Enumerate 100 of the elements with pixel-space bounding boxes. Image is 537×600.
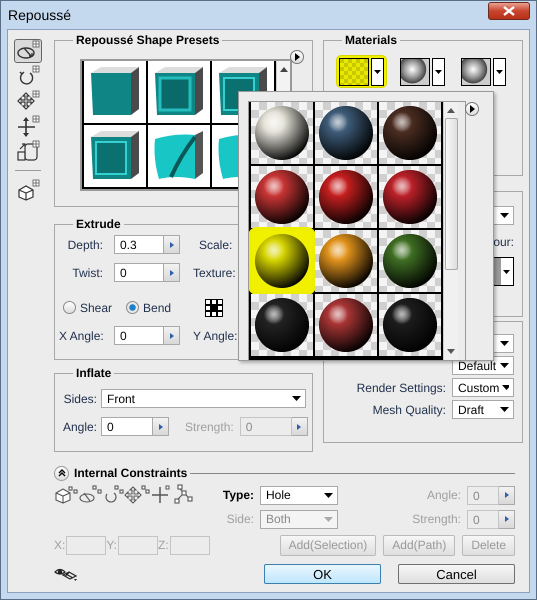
grid-icon[interactable] <box>205 298 224 316</box>
material-swatch[interactable] <box>379 166 441 228</box>
material-swatch-button[interactable] <box>458 55 509 88</box>
material-swatch[interactable] <box>251 294 313 356</box>
caret-icon <box>502 385 509 390</box>
caret-icon <box>500 363 509 368</box>
up-arrow-icon[interactable] <box>280 67 288 72</box>
close-button[interactable] <box>488 2 530 20</box>
sphere-icon <box>382 297 438 353</box>
tool-button[interactable] <box>14 39 42 63</box>
depth-field[interactable]: 0.3 <box>114 235 164 254</box>
group-title: Repoussé Shape Presets <box>75 33 220 47</box>
sphere-icon <box>382 169 438 225</box>
stepper-button[interactable] <box>153 417 169 436</box>
preset-thumbnail[interactable] <box>84 125 146 187</box>
stepper-button[interactable] <box>164 326 180 345</box>
caret-icon <box>500 407 509 412</box>
type-dropdown[interactable]: Hole <box>260 486 338 504</box>
down-arrow-icon[interactable] <box>447 349 455 354</box>
group-title: Extrude <box>75 217 122 231</box>
stepper-button[interactable] <box>292 417 308 436</box>
mesh-quality-dropdown[interactable]: Draft <box>452 400 514 419</box>
sphere-icon <box>318 233 374 289</box>
sphere-icon <box>318 105 374 161</box>
constraint-tools-drawing[interactable] <box>54 484 194 506</box>
caret-icon <box>493 58 506 86</box>
group-title: Materials <box>344 33 398 47</box>
field-label: Side: <box>226 512 254 526</box>
field-label: Strength: <box>185 420 234 434</box>
sphere-icon <box>382 233 438 289</box>
twist-field[interactable]: 0 <box>114 263 164 282</box>
material-swatch-button[interactable] <box>397 55 448 88</box>
menu-button[interactable] <box>465 102 479 116</box>
window-title: Repoussé <box>8 7 72 23</box>
cube-icon <box>16 179 40 201</box>
preset-thumbnail[interactable] <box>84 61 146 123</box>
material-swatch[interactable] <box>315 166 377 228</box>
radio-button[interactable]: Bend <box>126 300 172 314</box>
eye-grid-icon[interactable] <box>54 567 78 581</box>
angle-field[interactable]: 0 <box>101 417 153 436</box>
render-settings-dropdown[interactable]: Custom <box>452 378 514 397</box>
menu-button[interactable] <box>290 50 304 64</box>
group-title: Inflate <box>75 366 112 380</box>
material-swatch[interactable] <box>315 294 377 356</box>
field-label: Twist: <box>71 266 103 280</box>
angle-field[interactable]: 0 <box>114 326 164 345</box>
material-swatch[interactable] <box>251 166 313 228</box>
resize-arrow-icon <box>16 140 40 162</box>
sphere-icon <box>382 105 438 161</box>
field-label: Depth: <box>66 238 103 252</box>
sphere-icon <box>254 169 310 225</box>
scrollbar[interactable] <box>443 102 458 360</box>
field-label: Texture: <box>193 266 236 280</box>
sphere-icon <box>254 233 310 289</box>
caret-icon <box>371 58 384 86</box>
radio-button[interactable]: Shear <box>63 300 112 314</box>
stepper-button[interactable] <box>499 486 515 504</box>
material-swatch-button[interactable] <box>336 55 387 88</box>
field-label: our: <box>493 235 514 249</box>
triangle-right-icon <box>170 270 174 276</box>
sides-dropdown[interactable]: Front <box>101 389 306 408</box>
material-swatch[interactable] <box>251 230 313 292</box>
stepper-button[interactable] <box>499 510 515 528</box>
field-label: Y: <box>106 538 118 552</box>
field-label: Y Angle: <box>193 328 238 342</box>
triangle-right-icon <box>504 516 508 522</box>
sphere-icon <box>318 169 374 225</box>
triangle-right-icon <box>158 424 162 430</box>
caret-icon <box>324 492 333 498</box>
sphere-icon <box>254 297 310 353</box>
sphere-icon <box>254 105 310 161</box>
up-arrow-icon[interactable] <box>447 108 455 113</box>
stepper-button[interactable] <box>164 235 180 254</box>
caret-icon <box>292 396 301 401</box>
material-swatch[interactable] <box>315 230 377 292</box>
triangle-right-icon <box>293 53 301 61</box>
ok-button[interactable]: OK <box>264 564 381 584</box>
cancel-button[interactable]: Cancel <box>398 564 515 584</box>
collapse-button[interactable] <box>54 466 69 480</box>
material-swatch[interactable] <box>251 102 313 164</box>
preset-thumbnail[interactable] <box>148 125 210 187</box>
material-swatch[interactable] <box>315 102 377 164</box>
material-swatch[interactable] <box>379 230 441 292</box>
field-label: Angle: <box>62 420 97 434</box>
material-swatch[interactable] <box>379 294 441 356</box>
scrollbar-thumb[interactable] <box>444 118 458 270</box>
stepper-button[interactable] <box>164 263 180 282</box>
field-label: Sides: <box>62 392 97 406</box>
field-label: Z: <box>158 538 169 552</box>
double-chevron-icon <box>58 469 66 477</box>
field-label: Render Settings: <box>356 380 446 394</box>
field-label: Mesh Quality: <box>372 402 446 416</box>
cross-arrow-icon <box>16 115 40 137</box>
material-swatch[interactable] <box>379 102 441 164</box>
caret-icon <box>503 270 510 274</box>
field-label: Type: <box>222 488 254 502</box>
triangle-right-icon <box>297 424 302 430</box>
caret-icon <box>432 58 445 86</box>
triangle-right-icon <box>504 492 508 498</box>
preset-thumbnail[interactable] <box>148 61 210 123</box>
